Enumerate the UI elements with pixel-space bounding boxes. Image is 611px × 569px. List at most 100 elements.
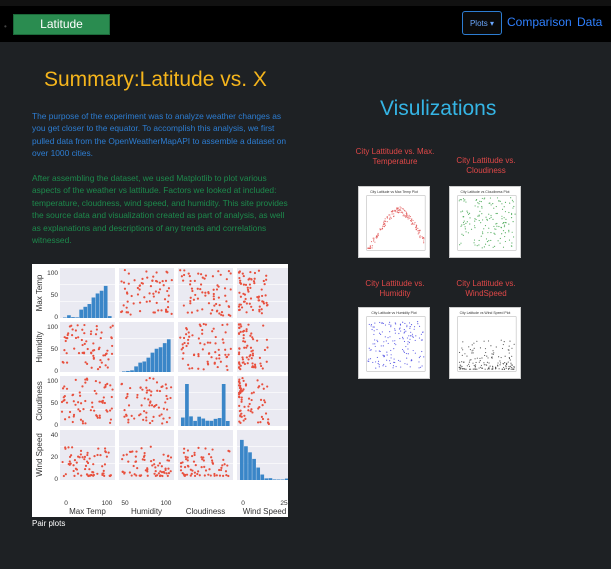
thumb-point [490,232,492,234]
thumb-point [375,367,377,369]
pair-scatter-point [243,405,246,408]
pair-scatter-point [237,323,241,326]
thumb-point [410,331,412,333]
thumb-point [398,328,401,330]
thumb-title-humidity[interactable]: City Lattitude vs. Humidity [354,279,436,299]
pair-scatter-point [245,328,248,331]
thumb-title-max-temp[interactable]: City Lattitude vs. Max. Temperature [354,147,436,167]
pair-scatter-point [215,302,218,306]
pair-hist-bar [244,446,248,480]
thumb-point [485,216,487,218]
pair-scatter-point [154,279,158,283]
pair-scatter-point [266,346,269,349]
thumb-title-windspeed[interactable]: City Lattitude vs. WindSpeed [446,279,526,299]
thumb-point [502,362,504,365]
pair-row-label: Humidity [35,331,44,362]
thumb-point [379,321,381,324]
pair-scatter-point [238,276,241,280]
thumb-point [490,204,492,206]
thumb-point [477,202,479,204]
pair-scatter-point [229,347,232,350]
pair-scatter-point [136,393,139,397]
thumb-point [419,229,421,231]
thumb-point [381,322,384,324]
thumb-title-cloudiness[interactable]: City Lattitude vs. Cloudiness [446,156,526,176]
pair-hist-bar [181,417,185,426]
pair-scatter-point [170,279,173,282]
pair-scatter-point [152,292,155,295]
thumb-point [405,330,407,332]
thumb-point [420,333,422,335]
thumb-point [382,345,384,347]
pair-scatter-point [238,382,241,385]
pair-scatter-point [210,456,213,459]
pair-scatter-point [166,397,169,400]
pair-ytick-label: 40 [51,432,59,439]
pair-scatter-point [262,387,265,390]
thumb-point [461,233,463,235]
pair-scatter-point [189,299,192,303]
pair-hist-bar [126,370,130,372]
pair-scatter-point [64,339,67,343]
pair-scatter-point [220,313,223,316]
pair-scatter-point [100,331,103,334]
pair-hist-bar [63,317,67,318]
thumb-point [460,199,462,201]
pair-hist-bar [166,339,171,372]
pair-col-label: Max Temp [69,507,106,516]
pair-scatter-point [98,400,101,403]
pair-scatter-point [162,284,165,287]
pair-scatter-point [71,328,74,331]
pair-scatter-point [226,323,229,326]
plots-dropdown-button[interactable]: Plots ▾ [462,11,502,35]
pair-scatter-point [67,446,70,449]
pair-scatter-point [158,414,161,417]
pair-scatter-point [125,291,129,294]
thumb-point [415,229,417,231]
brand-button[interactable]: Latitude [13,14,110,35]
thumb-point [423,238,425,240]
pair-scatter-point [81,351,84,354]
thumb-point [474,358,476,360]
thumb-point [509,340,511,342]
thumb-point [495,212,497,215]
pair-scatter-point [179,465,183,468]
thumb-point [374,322,376,324]
pair-scatter-point [260,288,263,291]
pair-hist-bar [209,420,214,426]
pair-scatter-point [83,458,86,461]
thumb-point [468,346,470,348]
pair-scatter-point [259,364,263,368]
pair-scatter-point [248,302,251,305]
thumb-point [390,357,392,359]
thumb-point [382,225,384,227]
pair-scatter-point [123,268,126,272]
pair-scatter-point [227,305,230,308]
thumb-windspeed-plot[interactable]: City Latitude vs Wind Speed Plot [449,307,521,379]
pair-scatter-point [122,304,125,307]
thumb-point [472,368,474,370]
pair-scatter-point [152,458,155,462]
thumb-point [512,221,514,223]
thumb-humidity-plot[interactable]: City Latitude vs Humidity Plot [358,307,430,379]
thumb-point [484,243,487,245]
nav-link-data[interactable]: Data [577,15,602,29]
thumb-point [459,368,461,370]
thumb-cloudiness-plot[interactable]: City Latitude vs Cloudiness Plot [449,186,521,258]
thumb-point [414,223,416,225]
thumb-point [514,213,516,215]
thumb-point [495,346,497,348]
pair-hist-bar [134,366,138,372]
thumb-point [377,340,379,343]
pair-scatter-point [157,309,160,312]
pair-scatter-point [153,463,156,466]
pair-scatter-point [213,304,216,307]
nav-link-comparison[interactable]: Comparison [507,15,572,29]
thumb-max-temp-plot[interactable]: City Latitude vs Max Temp Plot [358,186,430,258]
pair-hist-bar [158,347,163,372]
pair-scatter-point [184,333,188,336]
pair-scatter-point [242,340,245,343]
pair-scatter-point [81,385,84,388]
pair-scatter-point [154,466,157,469]
pair-scatter-point [189,302,192,305]
